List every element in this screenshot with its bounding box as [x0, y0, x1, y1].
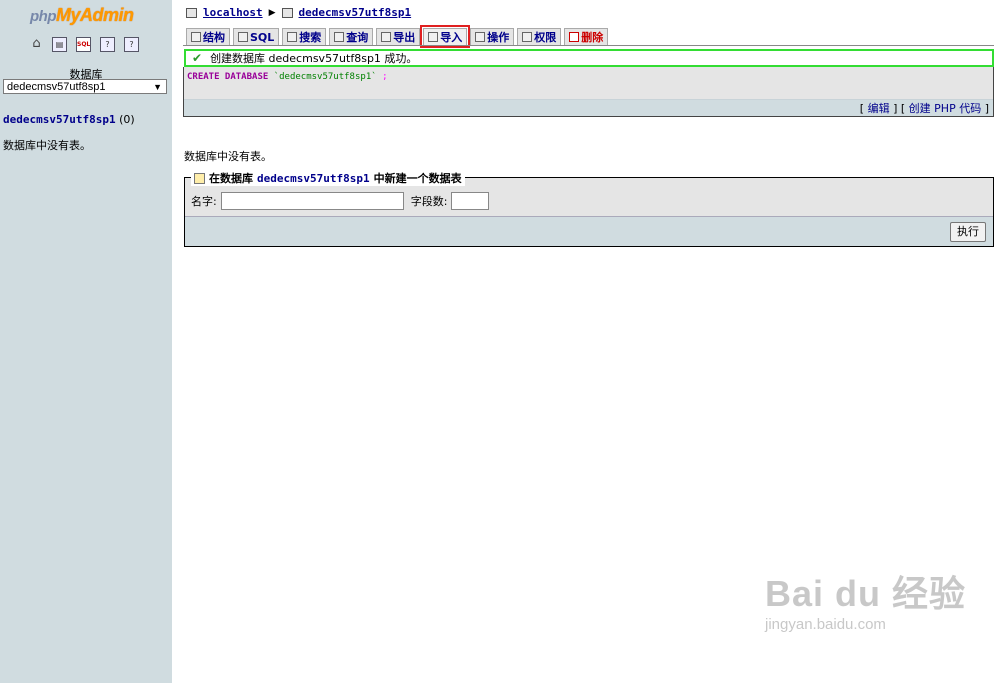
sql-semicolon: ;: [382, 72, 388, 82]
watermark-logo: Bai du 经验: [765, 573, 967, 614]
legend-database-name: dedecmsv57utf8sp1: [257, 171, 370, 185]
new-table-icon: [194, 172, 205, 184]
create-table-footer: 执行: [185, 216, 993, 246]
tab-label: 导入: [440, 31, 463, 44]
docs-icon[interactable]: ?: [100, 37, 115, 52]
tab-divider: [183, 45, 994, 46]
success-text: 创建数据库 dedecmsv57utf8sp1 成功。: [210, 52, 418, 65]
database-select-value: dedecmsv57utf8sp1: [7, 81, 106, 93]
tab-label: 查询: [346, 31, 369, 44]
tab-drop[interactable]: 删除: [564, 28, 609, 45]
sql-links-bar: [ 编辑 ] [ 创建 PHP 代码 ]: [184, 99, 993, 116]
tab-label: 删除: [581, 31, 604, 44]
sql-database-name: `dedecmsv57utf8sp1`: [273, 72, 377, 82]
server-icon: [186, 7, 197, 18]
export-icon: [381, 32, 392, 42]
create-php-code-link[interactable]: 创建 PHP 代码: [909, 102, 982, 115]
tab-bar: 结构 SQL 搜索 查询 导出 导入 操作 权限 删除: [186, 25, 609, 48]
field-count-input[interactable]: [451, 192, 490, 210]
legend-prefix: 在数据库: [209, 172, 253, 185]
tab-search[interactable]: 搜索: [282, 28, 327, 45]
operations-icon: [475, 32, 486, 42]
phpmyadmin-logo[interactable]: phpMyAdmin: [30, 5, 134, 26]
table-name-input[interactable]: [220, 192, 404, 210]
privileges-icon: [522, 32, 533, 42]
quick-links: ⌂ ▤ SQL ? ?: [30, 37, 139, 52]
breadcrumb-arrow-icon: ▶: [268, 7, 276, 18]
breadcrumb-database[interactable]: dedecmsv57utf8sp1: [299, 6, 412, 19]
legend-suffix: 中新建一个数据表: [373, 172, 462, 185]
import-icon: [428, 32, 439, 42]
logo-myadmin-text: MyAdmin: [56, 5, 134, 25]
tab-export[interactable]: 导出: [376, 28, 421, 45]
tab-query[interactable]: 查询: [329, 28, 374, 45]
query-icon: [334, 32, 345, 42]
tab-label: 结构: [203, 31, 225, 44]
no-tables-text: 数据库中没有表。: [184, 150, 272, 163]
tab-structure[interactable]: 结构: [186, 28, 230, 45]
tab-privileges[interactable]: 权限: [517, 28, 562, 45]
success-message: ✔ 创建数据库 dedecmsv57utf8sp1 成功。: [184, 49, 994, 67]
left-database-link[interactable]: dedecmsv57utf8sp1: [3, 113, 116, 126]
tab-operations[interactable]: 操作: [470, 28, 515, 45]
checkmark-icon: ✔: [192, 51, 203, 65]
breadcrumb-server[interactable]: localhost: [203, 6, 263, 19]
query-window-icon[interactable]: ▤: [52, 37, 67, 52]
tab-import[interactable]: 导入: [420, 25, 471, 48]
logo-php-text: php: [30, 8, 57, 25]
database-icon: [281, 7, 293, 18]
left-no-tables-text: 数据库中没有表。: [3, 139, 91, 152]
table-name-label: 名字:: [191, 195, 217, 208]
sql-keyword: CREATE DATABASE: [187, 72, 269, 82]
create-table-fieldset: 在数据库 dedecmsv57utf8sp1 中新建一个数据表 名字: 字段数:…: [184, 170, 994, 247]
breadcrumb: localhost ▶ dedecmsv57utf8sp1: [186, 6, 411, 19]
sql-query-text: CREATE DATABASE `dedecmsv57utf8sp1` ;: [187, 72, 388, 82]
search-icon: [287, 32, 298, 42]
home-icon[interactable]: ⌂: [30, 37, 43, 50]
tab-label: 搜索: [299, 31, 322, 44]
create-table-legend: 在数据库 dedecmsv57utf8sp1 中新建一个数据表: [191, 170, 465, 186]
create-table-row: 名字: 字段数:: [191, 192, 490, 210]
watermark-url: jingyan.baidu.com: [765, 616, 886, 633]
help-icon[interactable]: ?: [124, 37, 139, 52]
tab-label: 导出: [393, 31, 416, 44]
drop-icon: [569, 32, 580, 42]
database-select[interactable]: dedecmsv57utf8sp1 ▼: [3, 79, 167, 94]
sql-icon: [238, 32, 248, 42]
tab-sql[interactable]: SQL: [233, 28, 280, 45]
chevron-down-icon: ▼: [153, 82, 162, 92]
tab-label: SQL: [250, 30, 275, 44]
left-database-entry: dedecmsv57utf8sp1 (0): [3, 113, 135, 126]
field-count-label: 字段数:: [410, 195, 448, 208]
left-table-count: (0): [119, 113, 135, 126]
sql-icon[interactable]: SQL: [76, 37, 91, 52]
baidu-watermark: Bai du 经验 jingyan.baidu.com: [765, 573, 967, 634]
tab-label: 权限: [534, 31, 557, 44]
go-button[interactable]: 执行: [950, 222, 986, 242]
structure-icon: [191, 32, 201, 42]
navigation-frame: phpMyAdmin ⌂ ▤ SQL ? ? 数据库 dedecmsv57utf…: [0, 0, 172, 683]
edit-sql-link[interactable]: 编辑: [868, 102, 890, 115]
sql-query-box: CREATE DATABASE `dedecmsv57utf8sp1` ; [ …: [183, 67, 994, 117]
tab-label: 操作: [487, 31, 510, 44]
